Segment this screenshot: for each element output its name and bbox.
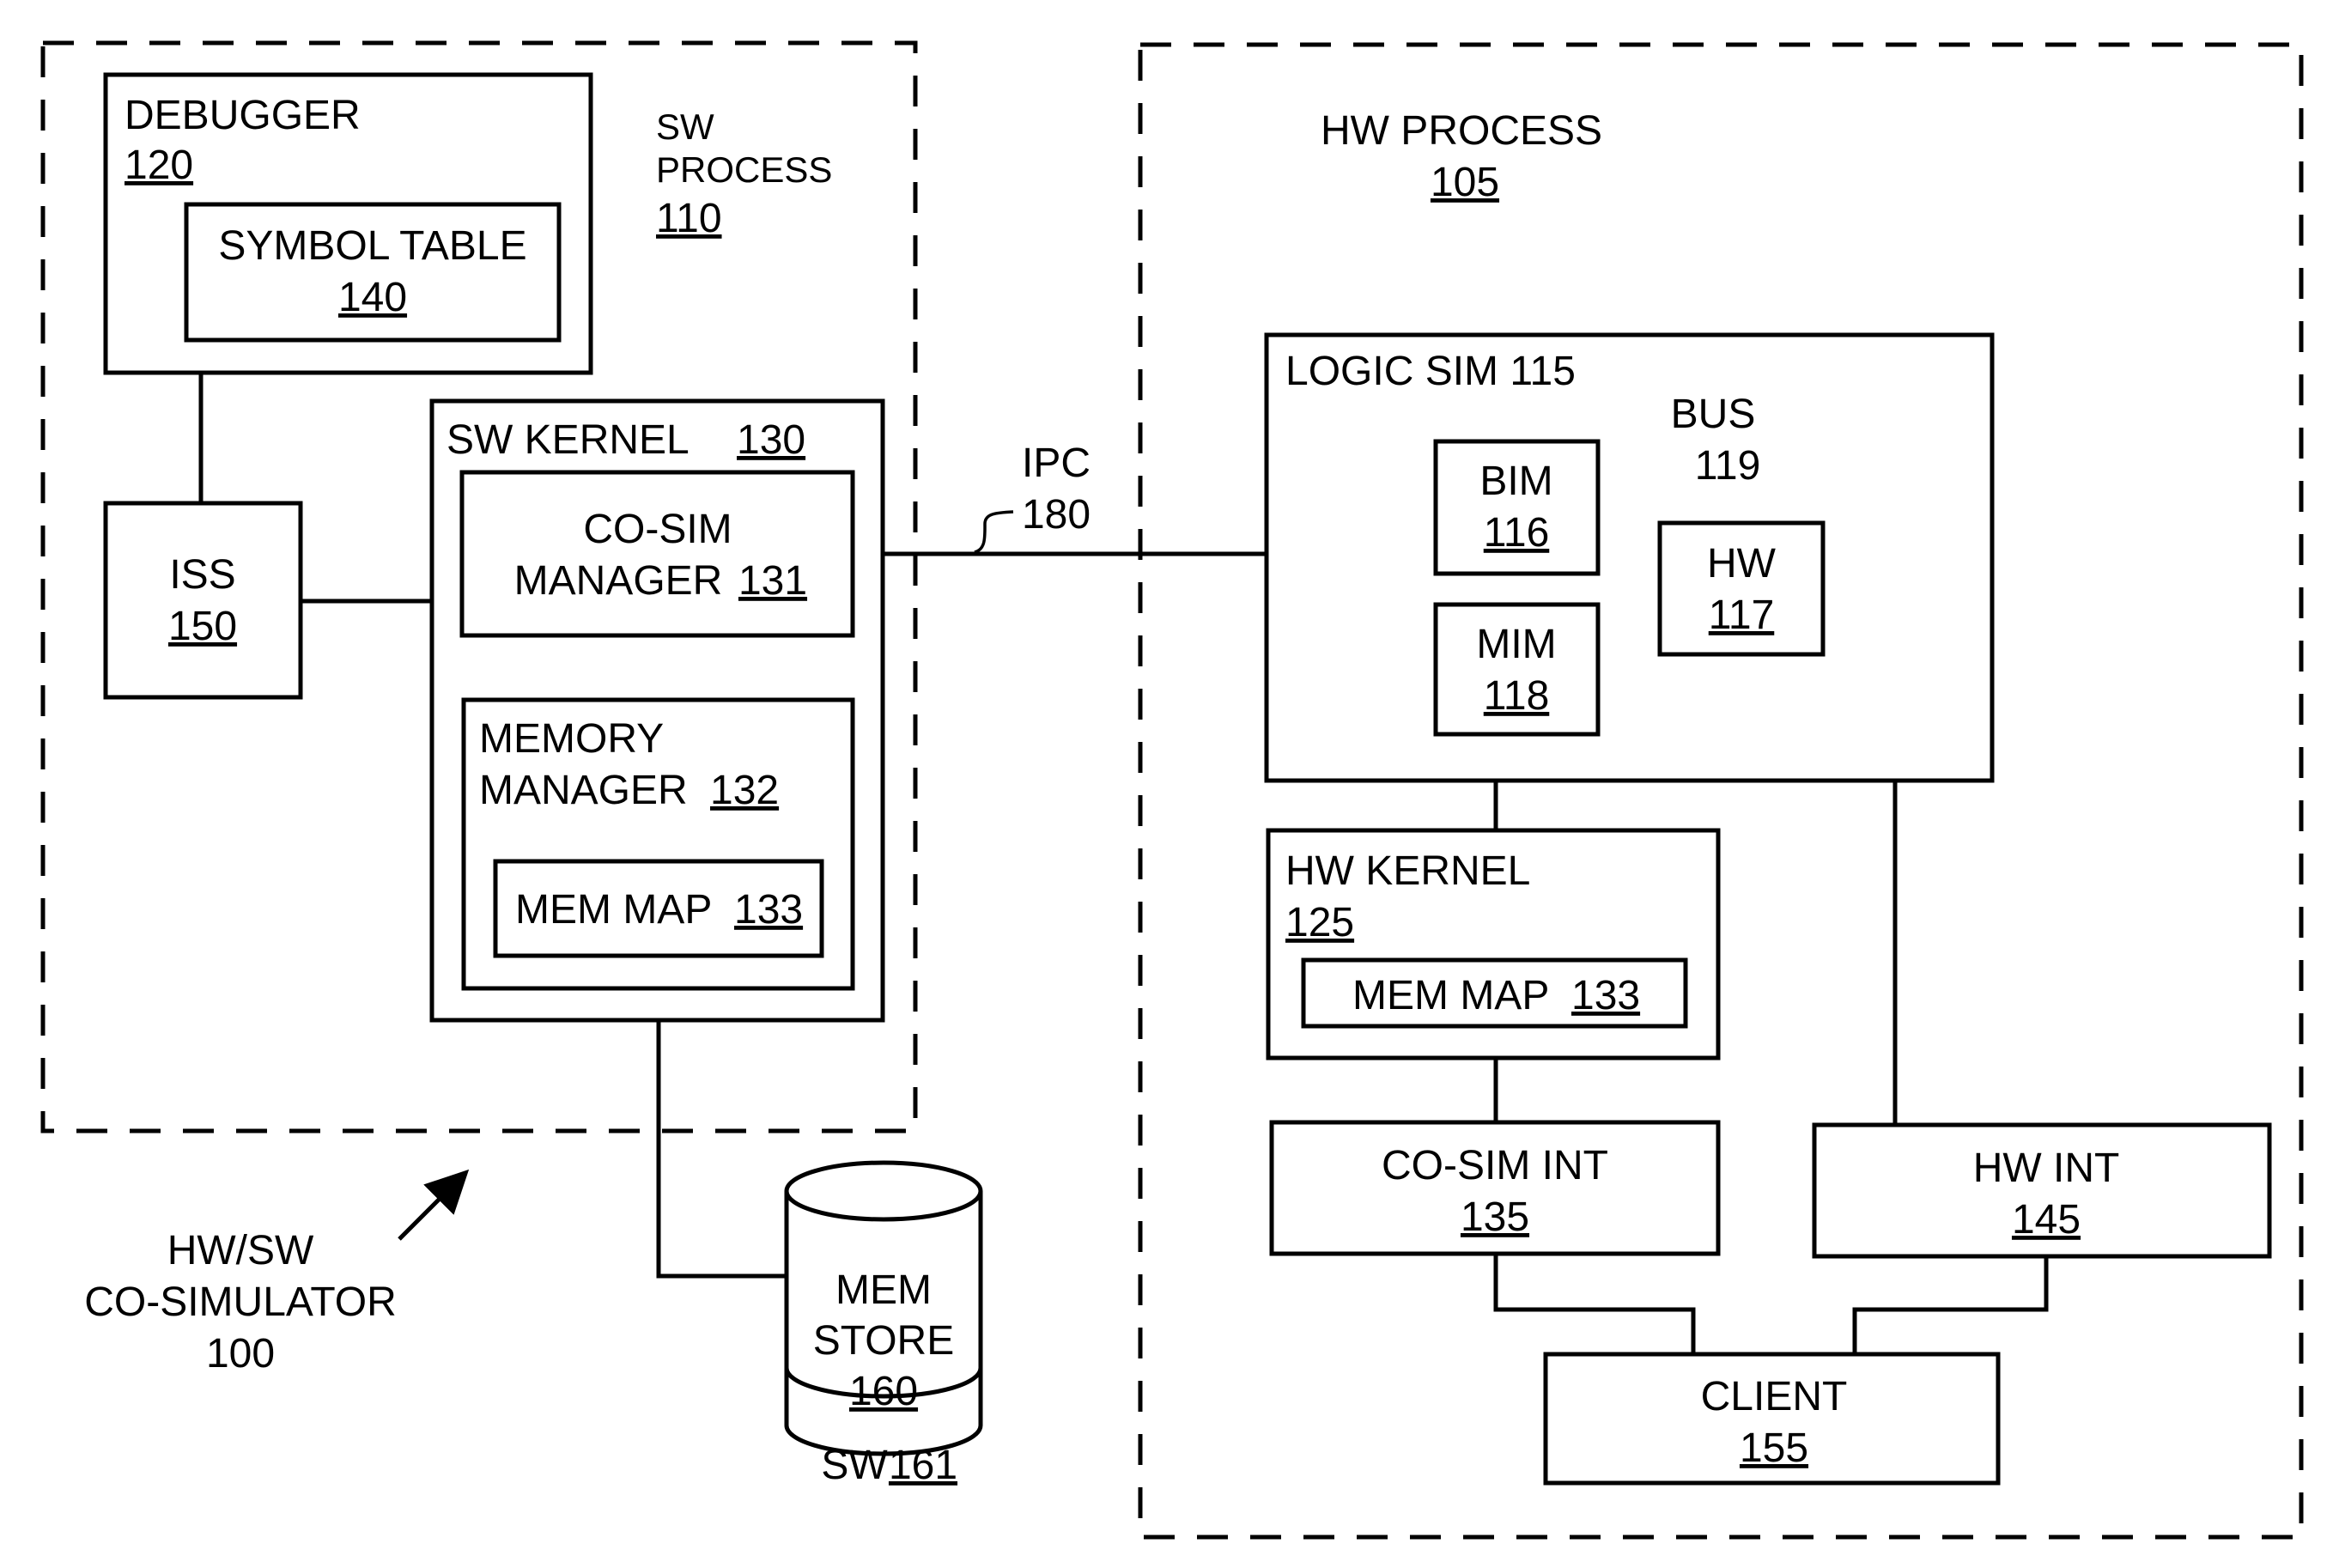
ipc-ref: 180 bbox=[1022, 492, 1091, 538]
client-label: CLIENT bbox=[1701, 1374, 1848, 1419]
sw-process-label: SW bbox=[656, 106, 714, 147]
cosimulator-label: HW/SW bbox=[167, 1228, 314, 1273]
symbol-table-ref: 140 bbox=[338, 275, 407, 320]
hw-process-boundary bbox=[1138, 42, 2304, 1540]
sw-process-label2: PROCESS bbox=[656, 149, 832, 190]
hw-117-label: HW bbox=[1707, 541, 1777, 586]
cosim-manager-label2: MANAGER bbox=[514, 558, 723, 604]
mem-store-ref: 160 bbox=[849, 1369, 918, 1414]
co-simulator-diagram: DEBUGGER 120 SYMBOL TABLE 140 SW PROCESS… bbox=[40, 40, 2304, 1540]
client-ref: 155 bbox=[1740, 1425, 1808, 1471]
sw-process-ref: 110 bbox=[656, 196, 722, 241]
logic-sim-label: LOGIC SIM 115 bbox=[1285, 349, 1576, 394]
sw-kernel-label: SW KERNEL bbox=[447, 417, 690, 463]
symbol-table-label: SYMBOL TABLE bbox=[218, 223, 526, 269]
mem-store-label2: STORE bbox=[813, 1318, 954, 1364]
memory-manager-ref: 132 bbox=[710, 768, 779, 813]
hw-kernel-ref: 125 bbox=[1285, 900, 1354, 945]
cosimulator-arrow-icon bbox=[398, 1169, 470, 1241]
ipc-label: IPC bbox=[1022, 441, 1091, 486]
memory-manager-label2: MANAGER bbox=[479, 768, 688, 813]
cosim-manager-box bbox=[459, 470, 855, 638]
hw-process-ref: 105 bbox=[1431, 160, 1499, 205]
bus-label: BUS bbox=[1671, 392, 1756, 437]
logic-sim-box bbox=[1264, 332, 1995, 783]
bim-label: BIM bbox=[1479, 459, 1552, 504]
iss-label: ISS bbox=[169, 552, 235, 598]
cosim-manager-label: CO-SIM bbox=[583, 507, 732, 552]
sw-mem-map-ref: 133 bbox=[734, 887, 803, 933]
hw-int-label: HW INT bbox=[1973, 1146, 2120, 1191]
iss-ref: 150 bbox=[168, 604, 237, 649]
iss-box bbox=[103, 501, 303, 700]
hw-mem-map-label: MEM MAP bbox=[1352, 973, 1549, 1018]
ipc-leader-line bbox=[974, 510, 1014, 554]
mim-label: MIM bbox=[1476, 622, 1556, 667]
sw-kernel-ref: 130 bbox=[737, 417, 805, 463]
sw-store-ref: 161 bbox=[889, 1443, 957, 1488]
hw-process-label: HW PROCESS bbox=[1321, 108, 1602, 154]
bus-ref: 119 bbox=[1695, 443, 1761, 489]
debugger-ref: 120 bbox=[125, 143, 193, 188]
cosim-manager-ref: 131 bbox=[738, 558, 807, 604]
hw-kernel-label: HW KERNEL bbox=[1285, 848, 1530, 894]
kernel-memstore-wire bbox=[656, 1020, 787, 1279]
hw-117-ref: 117 bbox=[1709, 593, 1775, 638]
sw-mem-map-label: MEM MAP bbox=[515, 887, 712, 933]
hw-mem-map-ref: 133 bbox=[1571, 973, 1640, 1018]
hw-int-ref: 145 bbox=[2012, 1197, 2081, 1243]
cosim-int-label: CO-SIM INT bbox=[1382, 1143, 1608, 1188]
mem-store-label: MEM bbox=[835, 1267, 932, 1313]
cosimint-client-wire bbox=[1493, 1254, 1696, 1354]
mim-ref: 118 bbox=[1484, 673, 1550, 719]
cosim-int-ref: 135 bbox=[1461, 1194, 1529, 1240]
hwint-client-wire bbox=[1852, 1256, 2049, 1354]
cosimulator-ref: 100 bbox=[206, 1331, 275, 1377]
cosimulator-label2: CO-SIMULATOR bbox=[84, 1279, 397, 1325]
bim-ref: 116 bbox=[1484, 510, 1550, 556]
sw-store-label: SW bbox=[821, 1443, 888, 1488]
debugger-label: DEBUGGER bbox=[125, 93, 361, 138]
memory-manager-label: MEMORY bbox=[479, 716, 664, 762]
